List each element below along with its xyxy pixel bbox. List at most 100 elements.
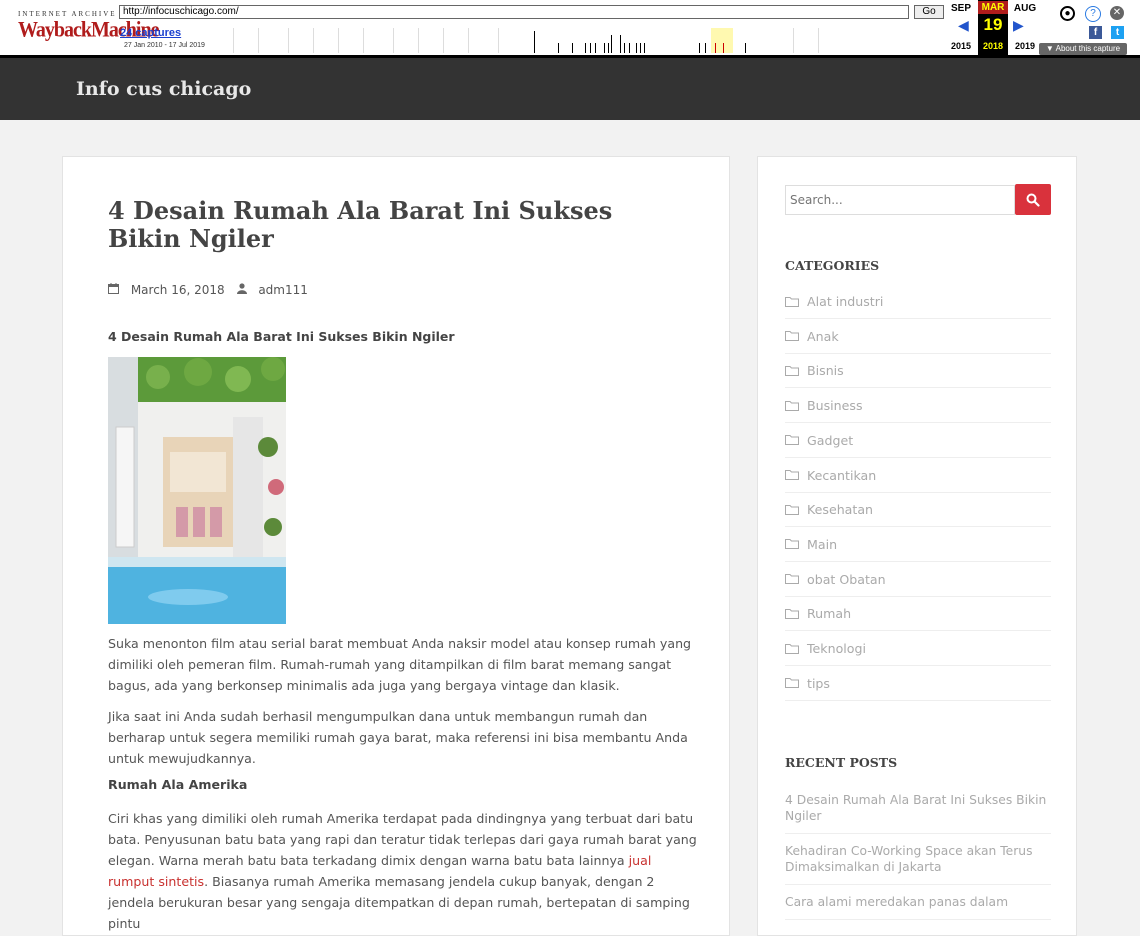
category-label: Alat industri <box>807 294 884 309</box>
next-year[interactable]: 2019 <box>1010 41 1040 51</box>
sparkline-tick <box>611 35 612 53</box>
folder-icon <box>785 528 799 562</box>
next-month[interactable]: AUG <box>1010 3 1040 14</box>
category-label: obat Obatan <box>807 571 886 587</box>
folder-icon <box>785 598 799 632</box>
prev-capture-arrow-icon[interactable]: ◀ <box>958 18 969 34</box>
category-item[interactable]: Teknologi <box>785 632 1051 666</box>
sparkline-grid <box>468 28 469 53</box>
sparkline-tick <box>705 43 706 53</box>
recent-post-link[interactable]: Cara alami meredakan panas dalam <box>785 894 1051 920</box>
sidebar: CATEGORIES Alat industri Anak Bisnis Busine… <box>757 156 1077 936</box>
category-item[interactable]: Main <box>785 528 1051 562</box>
recent-post-link[interactable]: 4 Desain Rumah Ala Barat Ini Sukses Biki… <box>785 792 1051 834</box>
post-paragraph-1: Suka menonton film atau serial barat mem… <box>108 636 692 693</box>
category-item[interactable]: Kesehatan <box>785 493 1051 528</box>
post-image <box>108 357 286 624</box>
sparkline-tick <box>558 43 559 53</box>
sparkline-grid <box>393 28 394 53</box>
category-item[interactable]: Kecantikan <box>785 459 1051 493</box>
site-header: Info cus chicago <box>0 58 1140 120</box>
sparkline-grid <box>793 28 794 53</box>
search-button[interactable] <box>1015 184 1051 215</box>
category-label: Main <box>807 536 838 552</box>
folder-icon <box>785 667 799 701</box>
sparkline-tick <box>723 43 724 53</box>
category-item[interactable]: Gadget <box>785 424 1051 458</box>
help-icon[interactable]: ? <box>1085 6 1101 22</box>
post-title: 4 Desain Rumah Ala Barat Ini Sukses Biki… <box>108 196 613 253</box>
sparkline-tick <box>590 43 591 53</box>
sparkline-tick <box>745 43 746 53</box>
folder-icon <box>785 355 799 389</box>
sparkline-tick <box>624 43 625 53</box>
category-label: tips <box>807 675 830 691</box>
category-item[interactable]: Anak <box>785 320 1051 354</box>
current-day: 19 <box>983 15 1003 34</box>
post-date[interactable]: March 16, 2018 <box>131 283 225 297</box>
sparkline-grid <box>233 28 234 53</box>
wayback-toolbar: INTERNET ARCHIVE WaybackMachine http://i… <box>0 0 1140 58</box>
prev-month[interactable]: SEP <box>946 3 976 14</box>
folder-icon <box>785 390 799 424</box>
sparkline-grid <box>418 28 419 53</box>
sparkline-grid <box>363 28 364 53</box>
search-input[interactable] <box>785 185 1015 215</box>
recent-post-link[interactable]: Kehadiran Co-Working Space akan Terus Di… <box>785 843 1051 885</box>
sparkline-tick <box>715 43 716 53</box>
sparkline-tick <box>572 43 573 53</box>
sparkline-grid <box>498 28 499 53</box>
sparkline-tick <box>629 43 630 53</box>
folder-icon <box>785 494 799 528</box>
current-year: 2018 <box>982 41 1004 51</box>
sparkline-tick <box>620 35 621 53</box>
category-item[interactable]: tips <box>785 667 1051 701</box>
post-author[interactable]: adm111 <box>258 283 308 297</box>
folder-icon <box>785 286 799 320</box>
sparkline-tick <box>608 43 609 53</box>
paragraph-3-text-start: Ciri khas yang dimiliki oleh rumah Ameri… <box>108 811 697 868</box>
category-label: Anak <box>807 328 839 344</box>
category-item[interactable]: Bisnis <box>785 354 1051 389</box>
facebook-icon[interactable]: f <box>1089 26 1102 39</box>
capture-sparkline[interactable] <box>218 28 940 53</box>
sparkline-tick <box>636 43 637 53</box>
recent-posts-title: RECENT POSTS <box>785 755 898 770</box>
category-item[interactable]: Business <box>785 389 1051 424</box>
folder-icon <box>785 563 799 597</box>
prev-year[interactable]: 2015 <box>946 41 976 51</box>
sparkline-grid <box>443 28 444 53</box>
about-capture-button[interactable]: ▼ About this capture <box>1039 43 1127 55</box>
post-subheading: 4 Desain Rumah Ala Barat Ini Sukses Biki… <box>108 329 455 344</box>
close-icon[interactable]: ✕ <box>1110 6 1124 20</box>
category-label: Gadget <box>807 432 854 448</box>
category-label: Kecantikan <box>807 467 877 483</box>
user-icon[interactable]: ● <box>1060 6 1075 21</box>
sparkline-grid <box>288 28 289 53</box>
sparkline-tick <box>534 31 535 53</box>
sparkline-grid <box>818 28 819 53</box>
twitter-icon[interactable]: t <box>1111 26 1124 39</box>
sparkline-tick <box>585 43 586 53</box>
capture-date-range: 27 Jan 2010 - 17 Jul 2019 <box>124 42 205 49</box>
current-month: MAR <box>978 1 1008 14</box>
site-title[interactable]: Info cus chicago <box>76 78 251 100</box>
sparkline-tick <box>644 43 645 53</box>
sparkline-tick <box>595 43 596 53</box>
category-item[interactable]: Alat industri <box>785 285 1051 319</box>
folder-icon <box>785 424 799 458</box>
next-capture-arrow-icon[interactable]: ▶ <box>1013 18 1024 34</box>
wayback-url-input[interactable]: http://infocuschicago.com/ <box>119 5 909 19</box>
category-label: Kesehatan <box>807 502 874 518</box>
wayback-go-button[interactable]: Go <box>914 5 944 19</box>
author-icon <box>236 283 251 297</box>
sparkline-grid <box>313 28 314 53</box>
category-label: Business <box>807 398 863 414</box>
search-icon <box>1026 192 1040 211</box>
sparkline-grid <box>258 28 259 53</box>
captures-link[interactable]: 24 captures <box>120 27 181 39</box>
sparkline-grid <box>338 28 339 53</box>
category-item[interactable]: obat Obatan <box>785 563 1051 597</box>
category-item[interactable]: Rumah <box>785 597 1051 632</box>
folder-icon <box>785 459 799 493</box>
